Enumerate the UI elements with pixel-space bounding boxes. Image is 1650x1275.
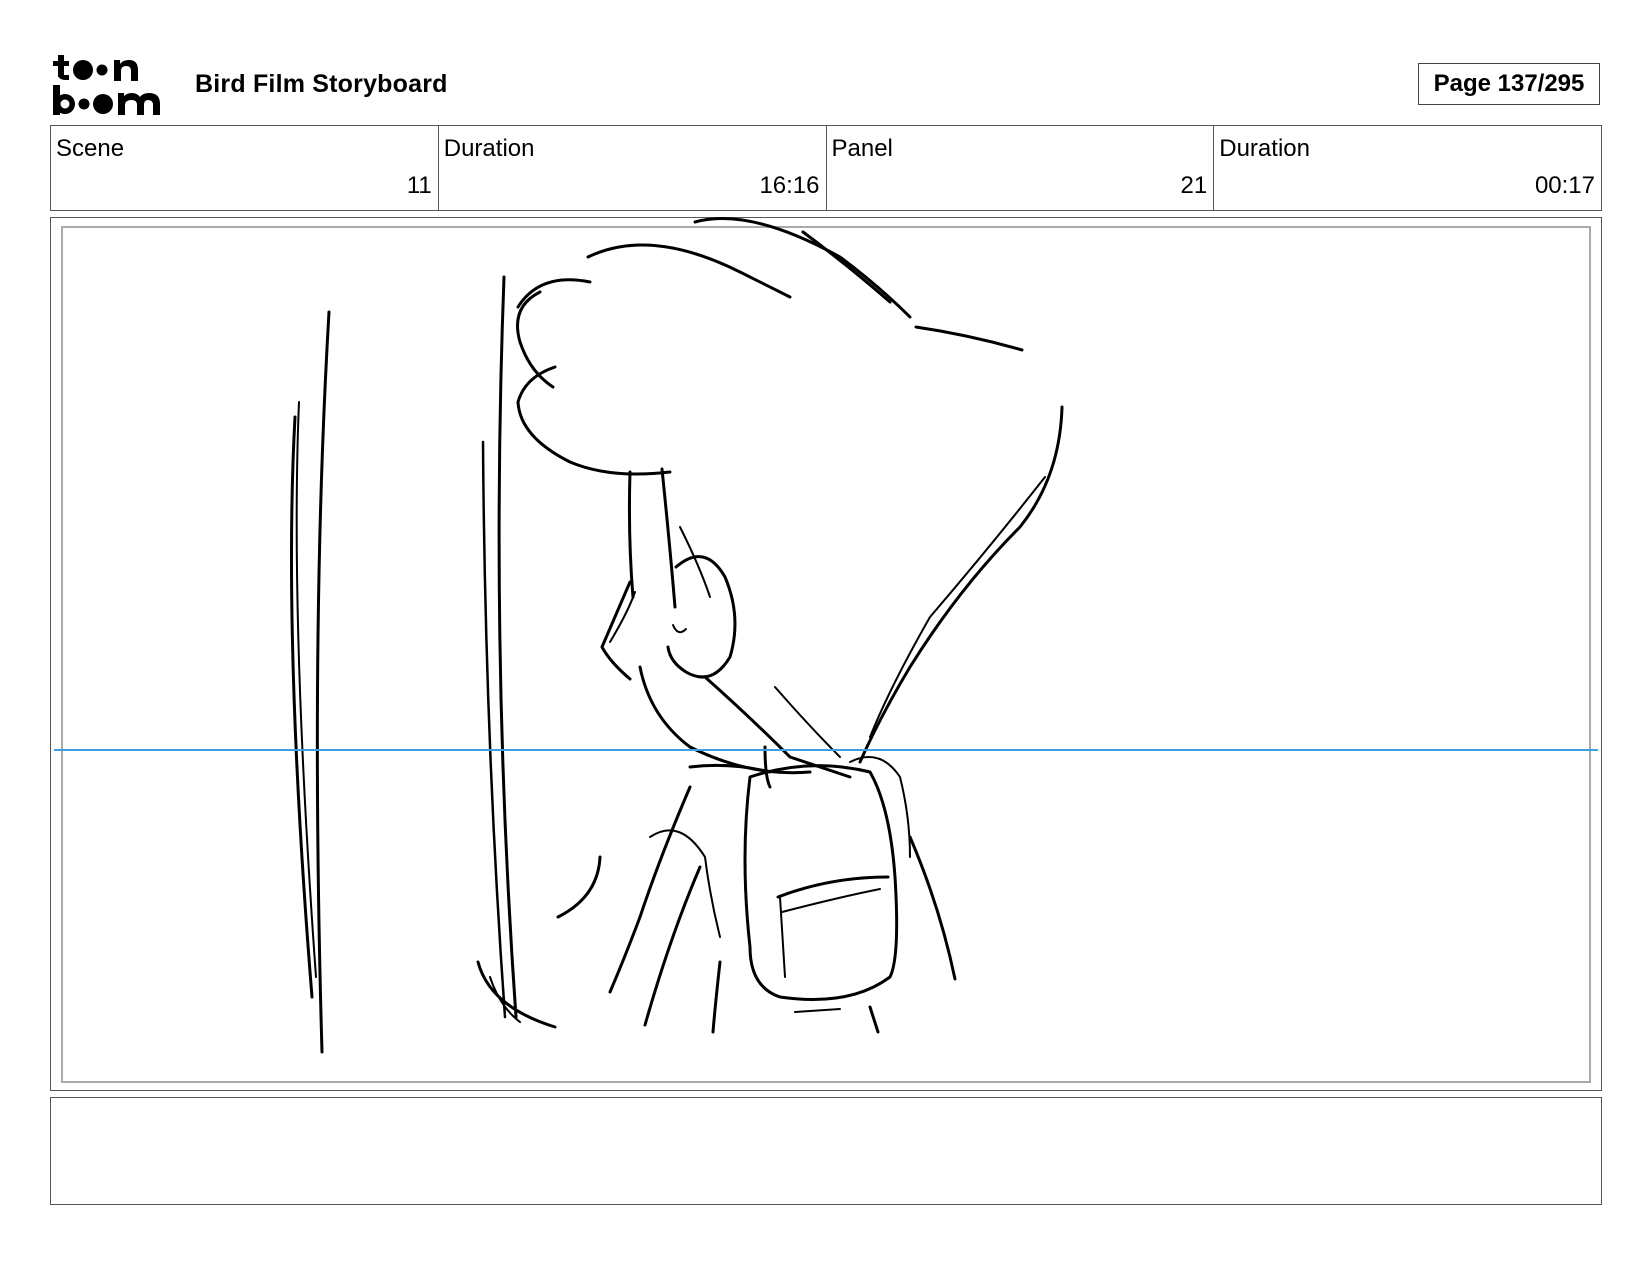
- scene-label: Scene: [56, 135, 125, 162]
- scene-duration-cell: Duration 16:16: [439, 126, 827, 210]
- panel-cell: Panel 21: [827, 126, 1215, 210]
- panel-label: Panel: [831, 135, 893, 162]
- scene-duration-label: Duration: [443, 135, 535, 162]
- scene-duration-value: 16:16: [759, 172, 820, 199]
- panel-info-row: Scene 11 Duration 16:16 Panel 21 Duratio…: [50, 125, 1602, 211]
- toonboom-logo: [53, 55, 160, 115]
- document-title: Bird Film Storyboard: [195, 70, 448, 98]
- panel-notes-box[interactable]: [50, 1097, 1602, 1205]
- panel-duration-value: 00:17: [1534, 172, 1595, 199]
- storyboard-sketch: [289, 217, 1064, 1054]
- page-indicator: Page 137/295: [1418, 63, 1600, 105]
- panel-duration-cell: Duration 00:17: [1214, 126, 1601, 210]
- scene-cell: Scene 11: [51, 126, 439, 210]
- horizon-line: [54, 749, 1598, 751]
- panel-value: 21: [1180, 172, 1208, 199]
- scene-value: 11: [406, 172, 432, 199]
- panel-duration-label: Duration: [1219, 135, 1310, 162]
